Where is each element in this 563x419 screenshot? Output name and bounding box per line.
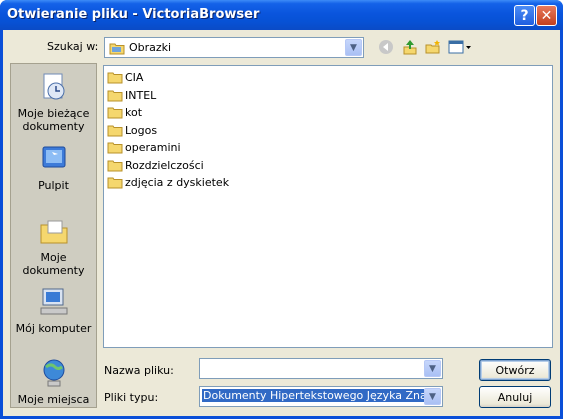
filetype-value-wrap: Dokumenty Hipertekstowego Języka Znaczni… xyxy=(202,389,424,402)
folder-icon xyxy=(107,160,123,172)
file-name: kot xyxy=(125,105,143,119)
open-button[interactable]: Otwórz xyxy=(479,359,551,381)
chevron-down-icon[interactable]: ▼ xyxy=(424,360,441,377)
cancel-button[interactable]: Anuluj xyxy=(479,386,551,408)
place-desktop[interactable]: Pulpit xyxy=(11,143,96,192)
folder-icon xyxy=(107,72,123,84)
dialog-body: Szukaj w: Obrazki ▼ Moje bieżące dokumen… xyxy=(3,30,560,416)
file-name: CIA xyxy=(125,70,144,84)
open-file-dialog: Otwieranie pliku - VictoriaBrowser ? ✕ S… xyxy=(0,0,563,419)
look-in-combo[interactable]: Obrazki ▼ xyxy=(104,37,364,58)
help-button[interactable]: ? xyxy=(514,5,535,26)
list-item[interactable]: Rozdzielczości xyxy=(107,157,204,173)
list-item[interactable]: CIA xyxy=(107,69,143,85)
folder-icon xyxy=(107,142,123,154)
chevron-down-icon[interactable]: ▼ xyxy=(345,39,362,56)
list-item[interactable]: zdjęcia z dyskietek xyxy=(107,174,229,190)
folder-icon xyxy=(107,107,123,119)
file-name: Logos xyxy=(125,123,158,137)
chevron-down-icon[interactable]: ▼ xyxy=(424,388,441,405)
place-my-computer[interactable]: Mój komputer xyxy=(11,286,96,335)
place-label: Moje miejsca xyxy=(17,393,90,406)
recent-documents-icon xyxy=(38,71,70,103)
places-bar: Moje bieżące dokumenty Pulpit Moje dokum… xyxy=(10,63,97,408)
window-title: Otwieranie pliku - VictoriaBrowser xyxy=(7,7,260,22)
my-documents-icon xyxy=(38,215,70,247)
look-in-label: Szukaj w: xyxy=(47,40,99,53)
list-item[interactable]: operamini xyxy=(107,139,181,155)
title-bar[interactable]: Otwieranie pliku - VictoriaBrowser ? ✕ xyxy=(0,0,563,30)
place-label: Mój komputer xyxy=(15,322,92,335)
filetype-value: Dokumenty Hipertekstowego Języka Znaczni… xyxy=(202,389,424,402)
place-label: Moje dokumenty xyxy=(22,251,85,277)
up-folder-icon[interactable] xyxy=(400,37,420,57)
folder-icon xyxy=(107,90,123,102)
back-icon[interactable] xyxy=(376,37,396,57)
view-menu-icon[interactable] xyxy=(447,37,473,57)
look-in-value: Obrazki xyxy=(129,41,172,54)
file-name: INTEL xyxy=(125,88,157,102)
place-recent-documents[interactable]: Moje bieżące dokumenty xyxy=(11,71,96,133)
desktop-icon xyxy=(38,143,70,175)
close-button[interactable]: ✕ xyxy=(536,5,557,26)
my-computer-icon xyxy=(38,286,70,318)
folder-icon xyxy=(107,125,123,137)
place-my-documents[interactable]: Moje dokumenty xyxy=(11,215,96,277)
list-item[interactable]: INTEL xyxy=(107,87,156,103)
filetype-label: Pliki typu: xyxy=(104,391,159,404)
list-item[interactable]: kot xyxy=(107,104,142,120)
file-name: operamini xyxy=(125,140,181,154)
file-name: Rozdzielczości xyxy=(125,158,204,172)
file-name: zdjęcia z dyskietek xyxy=(125,175,230,189)
filename-combo[interactable]: ▼ xyxy=(199,358,443,379)
place-label: Moje bieżące dokumenty xyxy=(17,107,90,133)
place-network[interactable]: Moje miejsca xyxy=(11,357,96,406)
folder-icon xyxy=(107,177,123,189)
file-list[interactable]: CIA INTEL kot Logos operamini Rozdzielcz… xyxy=(103,65,553,348)
filename-label: Nazwa pliku: xyxy=(104,364,174,377)
network-places-icon xyxy=(38,357,70,389)
filetype-combo[interactable]: Dokumenty Hipertekstowego Języka Znaczni… xyxy=(199,386,443,407)
folder-icon xyxy=(109,41,125,58)
list-item[interactable]: Logos xyxy=(107,122,157,138)
place-label: Pulpit xyxy=(38,179,69,192)
new-folder-icon[interactable] xyxy=(423,37,443,57)
